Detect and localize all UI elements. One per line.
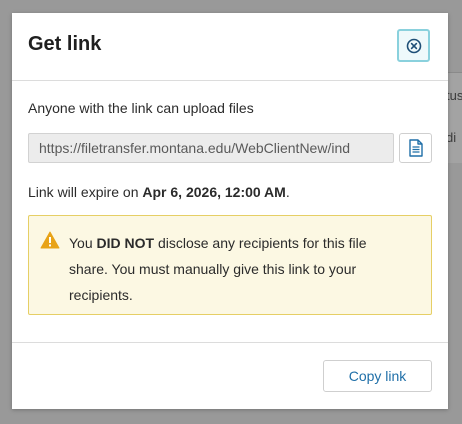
warning-prefix: You [69,235,97,251]
link-permission-text: Anyone with the link can upload files [28,100,254,116]
dialog-footer: Copy link [12,342,448,410]
link-url-field[interactable] [28,133,394,163]
get-link-dialog: Get link Anyone with the link can upload… [12,13,448,409]
warning-message: You DID NOT disclose any recipients for … [69,230,409,308]
expire-prefix: Link will expire on [28,184,143,200]
expire-date: Apr 6, 2026, 12:00 AM [142,184,286,200]
copy-to-clipboard-button[interactable] [399,133,432,163]
recipients-warning-alert: You DID NOT disclose any recipients for … [28,215,432,315]
close-circle-icon [406,38,421,53]
document-copy-icon [408,139,423,157]
close-button[interactable] [397,29,430,62]
link-expiration-text: Link will expire on Apr 6, 2026, 12:00 A… [28,184,290,200]
background-column-header: tus [446,88,462,103]
warning-emphasis: DID NOT [96,235,155,251]
dialog-title: Get link [28,33,102,55]
warning-triangle-icon [40,231,60,249]
expire-suffix: . [285,184,290,200]
copy-link-button[interactable]: Copy link [323,360,432,392]
dialog-header: Get link [12,13,448,81]
